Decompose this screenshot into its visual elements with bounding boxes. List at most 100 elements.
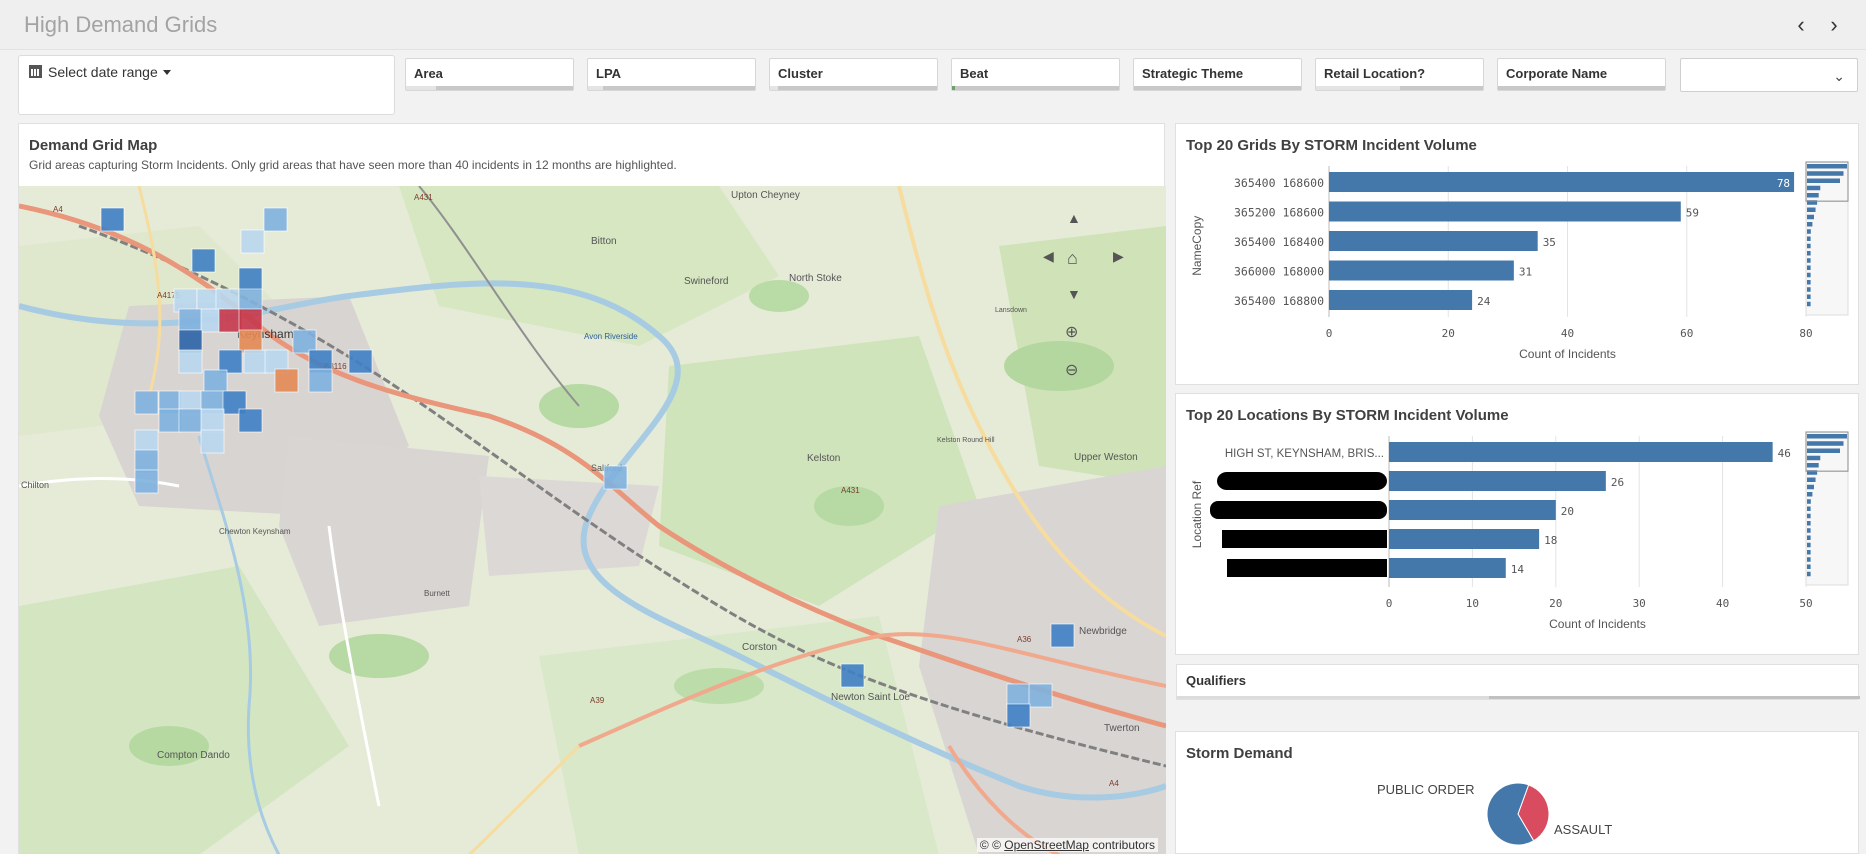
- grid-cell[interactable]: [134, 469, 159, 494]
- grid-cell[interactable]: [178, 329, 203, 354]
- grid-cell[interactable]: [238, 308, 263, 333]
- scrollbar-bar: [1807, 528, 1811, 533]
- grid-cell[interactable]: [238, 267, 263, 292]
- bar[interactable]: [1329, 231, 1538, 251]
- bar-value-label: 46: [1778, 447, 1791, 460]
- grid-cell[interactable]: [840, 663, 865, 688]
- bar[interactable]: [1389, 442, 1773, 462]
- grid-cell[interactable]: [348, 349, 373, 374]
- redacted-label: [1222, 530, 1387, 548]
- filter-lpa[interactable]: LPA: [587, 58, 756, 91]
- filter-label: Cluster: [778, 66, 823, 81]
- grid-cell[interactable]: [218, 308, 243, 333]
- grid-cell[interactable]: [158, 408, 183, 433]
- pan-up-icon[interactable]: ▲: [1067, 210, 1081, 226]
- chart-scrollbar[interactable]: [1805, 161, 1849, 316]
- bar[interactable]: [1329, 201, 1681, 222]
- filter-beat[interactable]: Beat: [951, 58, 1120, 91]
- zoom-in-icon[interactable]: ⊕: [1065, 322, 1078, 342]
- previous-sheet-button[interactable]: ‹: [1789, 12, 1813, 38]
- grid-cell[interactable]: [134, 449, 159, 474]
- qualifiers-filter[interactable]: Qualifiers: [1176, 664, 1860, 700]
- scrollbar-bar: [1807, 193, 1819, 198]
- pan-down-icon[interactable]: ▼: [1067, 286, 1081, 302]
- category-label: 366000 168000: [1234, 265, 1324, 279]
- grid-cell[interactable]: [215, 288, 240, 313]
- grid-cell[interactable]: [243, 349, 268, 374]
- filter-retail-location[interactable]: Retail Location?: [1315, 58, 1484, 91]
- scrollbar-bar: [1807, 272, 1811, 278]
- pan-right-icon[interactable]: ▶: [1113, 248, 1124, 265]
- grid-cell[interactable]: [134, 429, 159, 454]
- scrollbar-bar: [1807, 294, 1811, 299]
- grid-cell[interactable]: [173, 288, 198, 313]
- storm-demand-pie-chart[interactable]: PUBLIC ORDER ASSAULT: [1176, 732, 1860, 854]
- grid-cell[interactable]: [238, 329, 263, 354]
- bar[interactable]: [1329, 260, 1514, 281]
- grid-cell[interactable]: [200, 408, 225, 433]
- filter-label: Retail Location?: [1324, 66, 1426, 81]
- grid-cell[interactable]: [1050, 623, 1075, 648]
- scrollbar-bar: [1807, 222, 1813, 227]
- chart-scrollbar[interactable]: [1805, 431, 1849, 586]
- scrollbar-bar: [1807, 185, 1821, 191]
- openstreetmap-link[interactable]: OpenStreetMap: [1004, 838, 1089, 852]
- top-grids-chart-panel: Top 20 Grids By STORM Incident Volume 02…: [1175, 123, 1859, 385]
- grid-cell[interactable]: [191, 248, 216, 273]
- grid-cell[interactable]: [178, 308, 203, 333]
- zoom-out-icon[interactable]: ⊖: [1065, 360, 1078, 380]
- bar[interactable]: [1329, 290, 1473, 310]
- bar[interactable]: [1389, 558, 1506, 578]
- grid-cell-layer[interactable]: [19, 186, 1166, 854]
- grid-cell[interactable]: [100, 207, 125, 232]
- filter-label: Corporate Name: [1506, 66, 1608, 81]
- grid-cell[interactable]: [240, 229, 265, 254]
- bar[interactable]: [1389, 500, 1556, 520]
- grid-cell[interactable]: [292, 329, 317, 354]
- calendar-icon: [29, 65, 42, 78]
- top-locations-chart-panel: Top 20 Locations By STORM Incident Volum…: [1175, 393, 1859, 655]
- bar[interactable]: [1329, 172, 1795, 192]
- grid-cell[interactable]: [1028, 683, 1053, 708]
- filter-cluster[interactable]: Cluster: [769, 58, 938, 91]
- scrollbar-bar: [1807, 258, 1811, 263]
- grid-cell[interactable]: [1006, 703, 1031, 728]
- bar[interactable]: [1389, 529, 1540, 549]
- attribution-prefix: © ©: [979, 838, 1005, 852]
- grid-cell[interactable]: [200, 429, 225, 454]
- caret-down-icon: [162, 70, 171, 75]
- grid-cell[interactable]: [178, 408, 203, 433]
- scrollbar-bar: [1807, 280, 1811, 285]
- selection-dropdown[interactable]: ⌄: [1680, 58, 1858, 92]
- grid-cell[interactable]: [238, 288, 263, 313]
- locations-bar-chart[interactable]: 0 10 20 30 40 50 46 HIGH ST, KEYNSHAM, BRIS... 2…: [1176, 394, 1860, 656]
- scrollbar-bar: [1807, 521, 1811, 526]
- scrollbar-bar: [1807, 557, 1811, 562]
- grid-cell[interactable]: [178, 349, 203, 374]
- pan-left-icon[interactable]: ◀: [1043, 248, 1054, 265]
- bar[interactable]: [1389, 471, 1606, 491]
- next-sheet-button[interactable]: ›: [1822, 12, 1846, 38]
- map-canvas[interactable]: Keynsham Upton Cheyney Bitton Swineford …: [19, 186, 1166, 854]
- grid-cell[interactable]: [1006, 683, 1031, 708]
- filter-strategic-theme[interactable]: Strategic Theme: [1133, 58, 1302, 91]
- grid-cell[interactable]: [274, 368, 299, 393]
- x-tick-label: 40: [1716, 597, 1729, 610]
- grid-cell[interactable]: [238, 408, 263, 433]
- grid-cell[interactable]: [308, 368, 333, 393]
- grid-cell[interactable]: [603, 465, 628, 490]
- grid-cell[interactable]: [134, 390, 159, 415]
- scrollbar-bar: [1807, 207, 1816, 212]
- grid-cell[interactable]: [263, 207, 288, 232]
- scrollbar-bar: [1807, 550, 1811, 555]
- scrollbar-bar: [1807, 535, 1811, 540]
- grid-cell[interactable]: [218, 349, 243, 374]
- filter-area[interactable]: Area: [405, 58, 574, 91]
- date-range-picker[interactable]: Select date range: [18, 55, 395, 115]
- scrollbar-bar: [1807, 214, 1814, 220]
- grids-bar-chart[interactable]: 0 20 40 60 80 78 365400 168600 59 365200 168600 3…: [1176, 124, 1860, 386]
- filter-bar-indicator: [406, 86, 573, 90]
- home-icon[interactable]: ⌂: [1067, 248, 1078, 269]
- grid-cell[interactable]: [203, 369, 228, 394]
- filter-corporate-name[interactable]: Corporate Name: [1497, 58, 1666, 91]
